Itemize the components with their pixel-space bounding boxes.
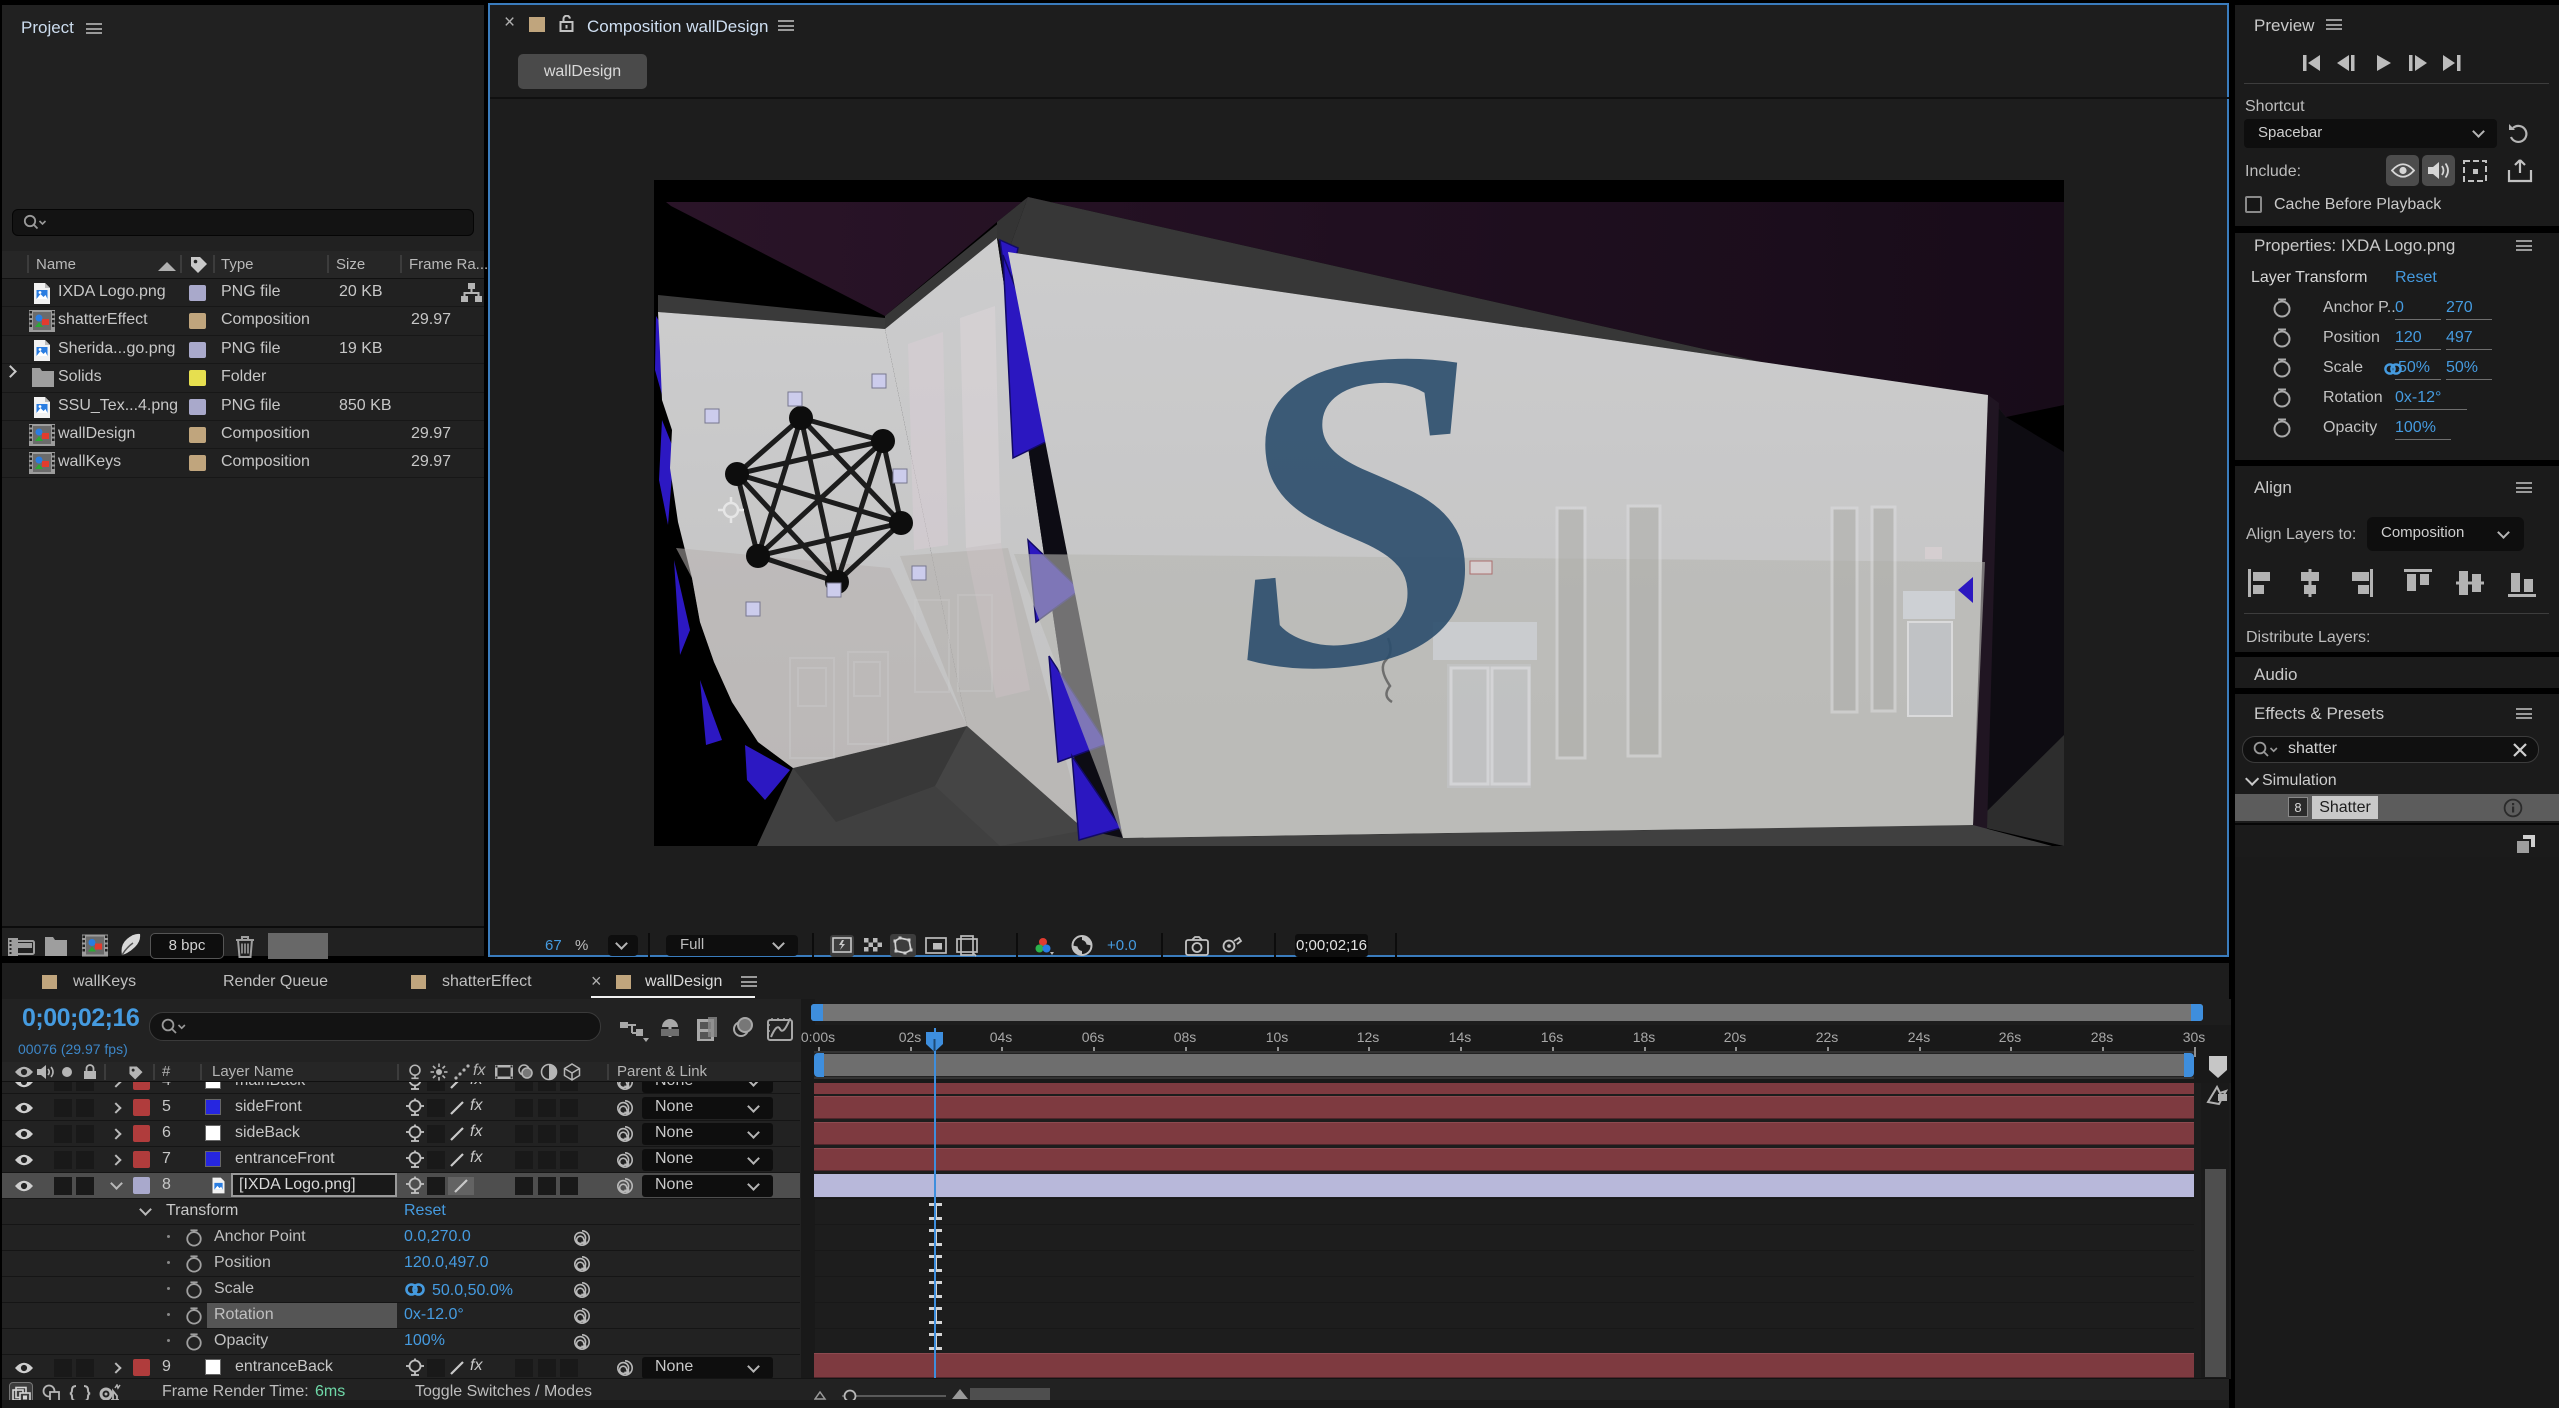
- svg-text:S: S: [1205, 250, 1511, 770]
